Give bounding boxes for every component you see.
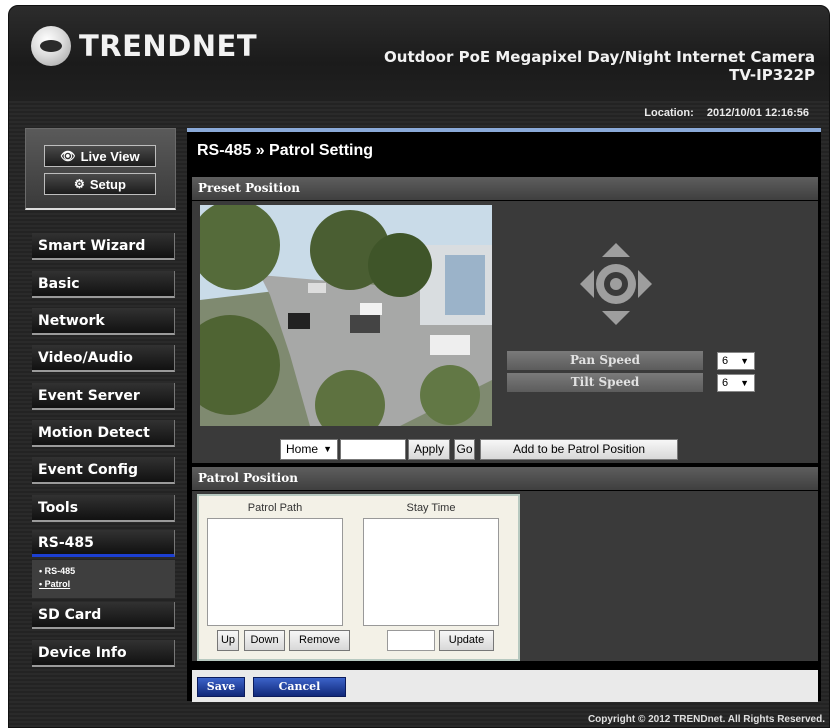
patrol-path-header: Patrol Path [247,502,303,514]
preset-area: Pan Speed 6 ▼ Tilt Speed 6 ▼ Home ▼ Appl… [192,201,818,463]
cancel-button[interactable]: Cancel [253,677,346,697]
eye-icon: 👁 [60,149,76,163]
datetime-value: 2012/10/01 12:16:56 [706,107,809,119]
pan-down-arrow-icon [602,311,630,325]
sidebar-item-rs485[interactable]: RS-485 [32,530,175,557]
stay-time-list[interactable] [363,518,499,626]
pan-right-arrow-icon [638,270,652,298]
tilt-speed-value: 6 [722,377,729,389]
patrol-box: Patrol Path Stay Time Up Down Remove Upd… [197,494,520,661]
trendnet-logo: TRENDNET [31,26,257,66]
sidebar-item-network[interactable]: Network [32,308,175,335]
preset-select-value: Home [286,442,319,456]
camera-scene [200,205,492,426]
view-mode-box: 👁 Live View ⚙ Setup [25,128,176,210]
ptz-direction-pad [578,241,654,327]
sidebar-item-sd-card[interactable]: SD Card [32,602,175,629]
tilt-speed-label: Tilt Speed [507,373,703,392]
logo-text: TRENDNET [79,29,258,63]
pan-speed-select[interactable]: 6 ▼ [717,352,755,370]
sidebar-item-video-audio[interactable]: Video/Audio [32,345,175,372]
stay-time-header: Stay Time [406,502,456,514]
setup-label: Setup [89,176,126,192]
submenu-item-patrol[interactable]: • Patrol [39,578,175,591]
go-button[interactable]: Go [454,439,475,460]
sidebar-item-device-info[interactable]: Device Info [32,640,175,667]
sidebar-item-basic[interactable]: Basic [32,271,175,298]
main-panel: RS-485 » Patrol Setting Preset Position [187,128,821,702]
action-bar: Save Cancel [192,670,818,702]
chevron-down-icon: ▼ [740,378,749,388]
down-button[interactable]: Down [244,630,285,651]
chevron-down-icon: ▼ [740,356,749,366]
patrol-path-list[interactable] [207,518,343,626]
rs485-submenu: • RS-485 • Patrol [32,560,175,598]
page-title: RS-485 » Patrol Setting [197,142,374,159]
sidebar-item-smart-wizard[interactable]: Smart Wizard [32,233,175,260]
sidebar-item-event-server[interactable]: Event Server [32,383,175,410]
location-label: Location: [644,107,694,119]
patrol-area: Patrol Path Stay Time Up Down Remove Upd… [192,491,818,661]
submenu-item-rs485[interactable]: • RS-485 [39,565,175,578]
sidebar-item-motion-detect[interactable]: Motion Detect [32,420,175,447]
add-patrol-position-button[interactable]: Add to be Patrol Position [480,439,678,460]
live-view-button[interactable]: 👁 Live View [44,145,156,167]
stay-time-input[interactable] [387,630,435,651]
camera-name: Outdoor PoE Megapixel Day/Night Internet… [384,48,815,66]
camera-live-image [200,205,492,426]
update-button[interactable]: Update [439,630,494,651]
sidebar-item-event-config[interactable]: Event Config [32,457,175,484]
remove-button[interactable]: Remove [289,630,350,651]
setup-button[interactable]: ⚙ Setup [44,173,156,195]
logo-icon [31,26,71,66]
camera-model: TV-IP322P [729,66,815,84]
up-button[interactable]: Up [217,630,239,651]
pan-left-arrow-icon [580,270,594,298]
header: TRENDNET Outdoor PoE Megapixel Day/Night… [9,6,829,101]
chevron-down-icon: ▼ [323,444,332,454]
save-button[interactable]: Save [197,677,245,697]
location-info: Location: 2012/10/01 12:16:56 [644,107,809,119]
camera-title: Outdoor PoE Megapixel Day/Night Internet… [384,48,815,84]
gear-icon: ⚙ [74,177,85,191]
pan-speed-value: 6 [722,355,729,367]
apply-button[interactable]: Apply [408,439,450,460]
preset-select[interactable]: Home ▼ [280,439,338,460]
preset-name-input[interactable] [340,439,406,460]
live-view-label: Live View [80,148,140,164]
copyright-text: Copyright © 2012 TRENDnet. All Rights Re… [587,714,825,725]
app-frame: TRENDNET Outdoor PoE Megapixel Day/Night… [8,5,830,728]
preset-section-header: Preset Position [192,177,818,200]
pan-speed-label: Pan Speed [507,351,703,370]
tilt-speed-select[interactable]: 6 ▼ [717,374,755,392]
sidebar-item-tools[interactable]: Tools [32,495,175,522]
patrol-section-header: Patrol Position [192,467,818,490]
pan-up-arrow-icon [602,243,630,257]
